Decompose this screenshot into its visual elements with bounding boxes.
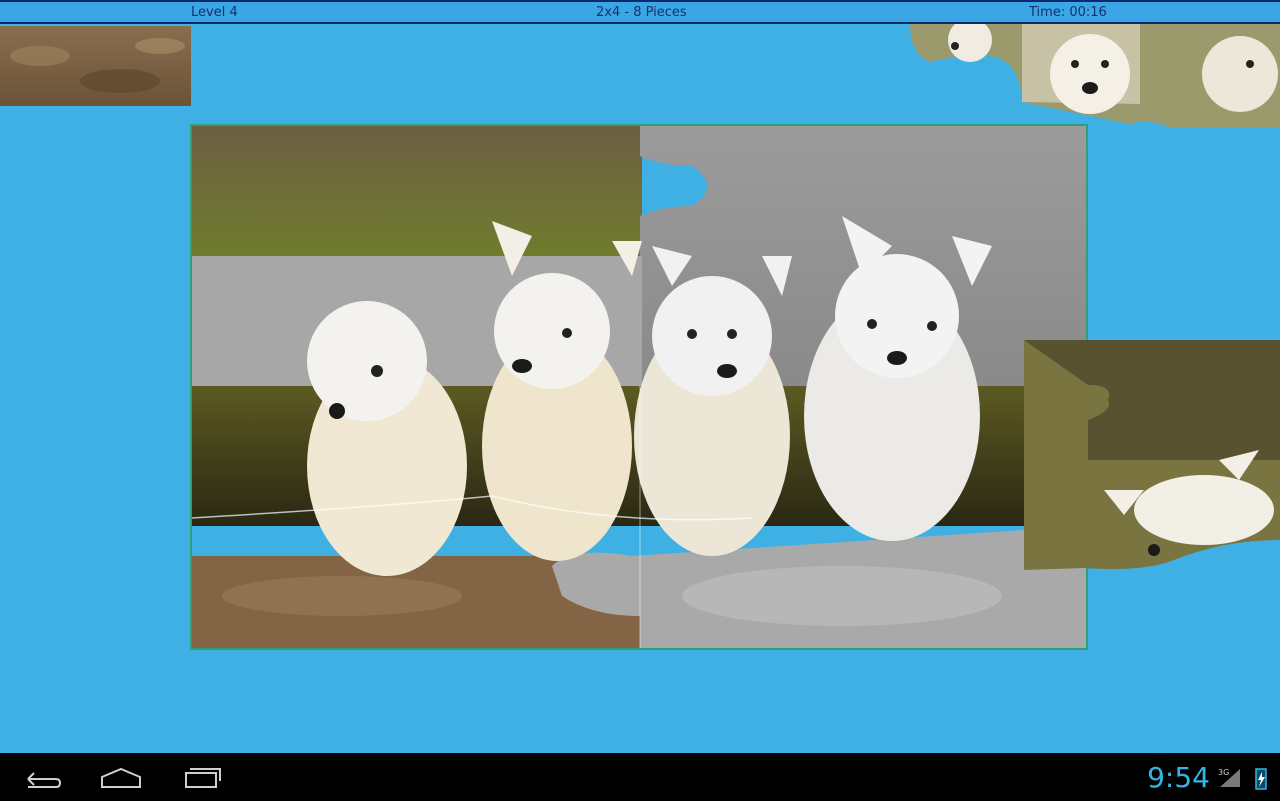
game-header: Level 4 2x4 - 8 Pieces Time: 00:16: [0, 0, 1280, 24]
back-icon: [27, 772, 62, 788]
pieces-label: 2x4 - 8 Pieces: [596, 5, 687, 20]
system-navigation-bar: 9:54 3G: [0, 753, 1280, 801]
level-label: Level 4: [191, 5, 238, 20]
back-button[interactable]: [16, 763, 66, 793]
board-image: [192, 126, 1086, 648]
home-button[interactable]: [96, 763, 146, 793]
puzzle-piece-puppies-topright[interactable]: [910, 24, 1280, 130]
svg-text:3G: 3G: [1218, 768, 1229, 777]
puzzle-piece-rock-topleft[interactable]: [0, 26, 191, 106]
puzzle-piece-puppy-right[interactable]: [1024, 340, 1280, 572]
piece-image: [1024, 340, 1280, 570]
battery-charging-icon: [1254, 767, 1268, 791]
piece-image: [910, 24, 1280, 128]
piece-image: [0, 26, 191, 106]
timer-label: Time: 00:16: [1029, 5, 1107, 20]
recent-apps-button[interactable]: [176, 763, 226, 793]
status-clock: 9:54: [1147, 761, 1210, 794]
puzzle-board: [190, 124, 1088, 650]
recent-apps-icon: [185, 768, 221, 788]
home-icon: [101, 767, 141, 788]
